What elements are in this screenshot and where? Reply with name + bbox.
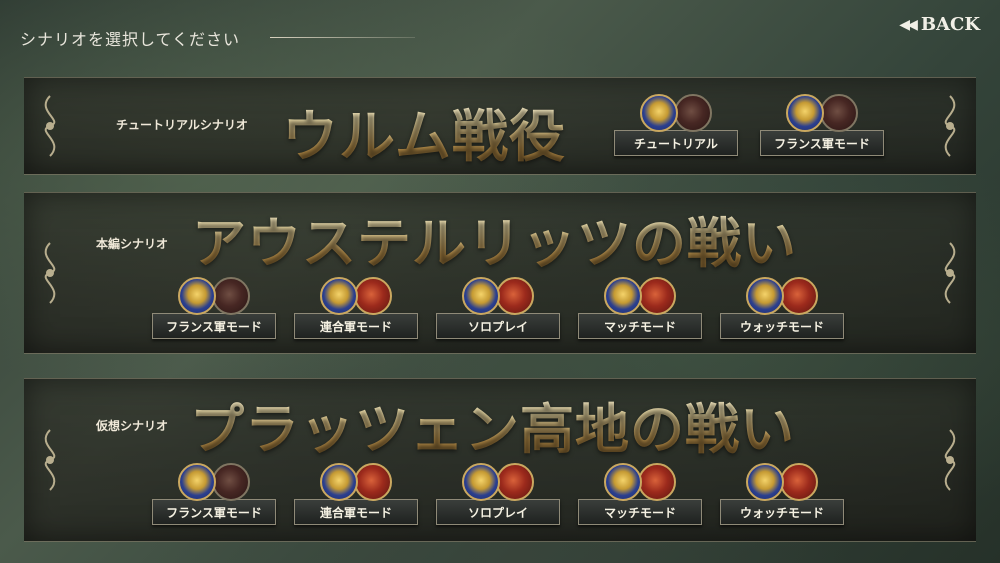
france-emblem-icon: [604, 277, 642, 315]
mode-label: フランス軍モード: [152, 313, 276, 339]
emblem-pair: [178, 277, 252, 317]
scenario-title: プラッツェン高地の戦い: [190, 385, 795, 464]
emblem-pair: [462, 277, 536, 317]
france-emblem-icon: [320, 277, 358, 315]
mode-button-french[interactable]: フランス軍モード: [152, 463, 276, 525]
allied-emblem-icon: [820, 94, 858, 132]
flourish-ornament-icon: [944, 95, 956, 157]
scenario-panel-austerlitz: 本編シナリオ アウステルリッツの戦い フランス軍モード 連合軍モード ソロプレイ…: [24, 192, 976, 354]
emblem-pair: [746, 277, 820, 317]
emblem-pair: [604, 463, 678, 503]
emblem-pair: [640, 94, 714, 134]
allied-emblem-icon: [780, 277, 818, 315]
france-emblem-icon: [604, 463, 642, 501]
mode-label: フランス軍モード: [760, 130, 884, 156]
allied-emblem-icon: [638, 277, 676, 315]
header-divider: [270, 37, 415, 38]
allied-emblem-icon: [212, 463, 250, 501]
mode-button-allied[interactable]: 連合軍モード: [294, 463, 418, 525]
back-label: BACK: [920, 14, 980, 35]
flourish-ornament-icon: [44, 95, 56, 157]
france-emblem-icon: [178, 463, 216, 501]
mode-button-match[interactable]: マッチモード: [578, 277, 702, 339]
emblem-pair: [786, 94, 860, 134]
scenario-title: ウルム戦役: [282, 92, 566, 173]
france-emblem-icon: [746, 463, 784, 501]
scenario-panel-pratzen: 仮想シナリオ プラッツェン高地の戦い フランス軍モード 連合軍モード ソロプレイ…: [24, 378, 976, 542]
emblem-pair: [746, 463, 820, 503]
mode-label: ソロプレイ: [436, 499, 560, 525]
france-emblem-icon: [640, 94, 678, 132]
mode-button-french[interactable]: フランス軍モード: [760, 94, 884, 156]
allied-emblem-icon: [674, 94, 712, 132]
allied-emblem-icon: [212, 277, 250, 315]
allied-emblem-icon: [496, 277, 534, 315]
emblem-pair: [320, 277, 394, 317]
mode-button-watch[interactable]: ウォッチモード: [720, 463, 844, 525]
allied-emblem-icon: [638, 463, 676, 501]
allied-emblem-icon: [780, 463, 818, 501]
france-emblem-icon: [462, 463, 500, 501]
france-emblem-icon: [178, 277, 216, 315]
emblem-pair: [604, 277, 678, 317]
mode-label: ソロプレイ: [436, 313, 560, 339]
back-button[interactable]: ◀◀ BACK: [899, 14, 980, 35]
emblem-pair: [462, 463, 536, 503]
mode-label: チュートリアル: [614, 130, 738, 156]
mode-label: フランス軍モード: [152, 499, 276, 525]
mode-button-match[interactable]: マッチモード: [578, 463, 702, 525]
flourish-ornament-icon: [44, 429, 56, 491]
mode-label: ウォッチモード: [720, 313, 844, 339]
flourish-ornament-icon: [944, 242, 956, 304]
france-emblem-icon: [462, 277, 500, 315]
mode-button-solo[interactable]: ソロプレイ: [436, 277, 560, 339]
emblem-pair: [178, 463, 252, 503]
france-emblem-icon: [746, 277, 784, 315]
allied-emblem-icon: [354, 463, 392, 501]
allied-emblem-icon: [496, 463, 534, 501]
mode-label: 連合軍モード: [294, 499, 418, 525]
mode-label: ウォッチモード: [720, 499, 844, 525]
mode-button-french[interactable]: フランス軍モード: [152, 277, 276, 339]
mode-button-tutorial[interactable]: チュートリアル: [614, 94, 738, 156]
flourish-ornament-icon: [44, 242, 56, 304]
emblem-pair: [320, 463, 394, 503]
france-emblem-icon: [320, 463, 358, 501]
flourish-ornament-icon: [944, 429, 956, 491]
mode-label: マッチモード: [578, 313, 702, 339]
mode-button-solo[interactable]: ソロプレイ: [436, 463, 560, 525]
scenario-tag: 本編シナリオ: [96, 237, 169, 251]
mode-button-watch[interactable]: ウォッチモード: [720, 277, 844, 339]
scenario-tag: 仮想シナリオ: [96, 419, 169, 433]
allied-emblem-icon: [354, 277, 392, 315]
mode-label: 連合軍モード: [294, 313, 418, 339]
scenario-tag: チュートリアルシナリオ: [116, 118, 248, 132]
france-emblem-icon: [786, 94, 824, 132]
header-title: シナリオを選択してください: [20, 30, 241, 49]
mode-button-allied[interactable]: 連合軍モード: [294, 277, 418, 339]
scenario-title: アウステルリッツの戦い: [192, 199, 797, 278]
back-arrow-icon: ◀◀: [899, 16, 917, 33]
scenario-panel-ulm: チュートリアルシナリオ ウルム戦役 チュートリアル フランス軍モード: [24, 77, 976, 175]
mode-label: マッチモード: [578, 499, 702, 525]
